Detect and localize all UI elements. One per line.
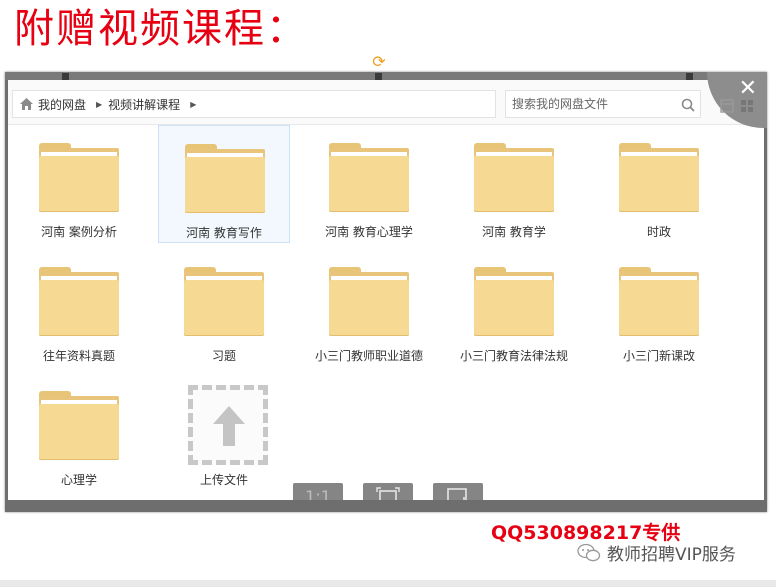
search-box [505, 90, 701, 118]
wechat-icon [577, 543, 601, 561]
chevron-right-icon[interactable]: ▶ [190, 100, 196, 109]
folder-name: 河南 案例分析 [41, 225, 117, 239]
footer-divider [0, 580, 776, 587]
page-headline: 附赠视频课程： [14, 6, 308, 52]
folder-icon [329, 267, 409, 337]
close-icon: ✕ [738, 76, 757, 101]
fit-screen-icon [376, 487, 400, 500]
upload-dropzone[interactable] [188, 385, 268, 465]
folder-icon [619, 267, 699, 337]
crop-handle-center[interactable] [375, 73, 382, 80]
folder-icon [184, 267, 264, 337]
viewer-crop-bar [5, 72, 767, 80]
folder-icon [329, 143, 409, 213]
folder-name: 河南 教育心理学 [325, 225, 413, 239]
folder-tile[interactable]: 河南 教育写作 [158, 125, 290, 243]
search-icon[interactable] [681, 97, 695, 112]
list-view-icon[interactable] [720, 98, 734, 113]
folder-name: 时政 [646, 225, 671, 239]
view-mode-switcher [720, 98, 754, 113]
breadcrumb-item-current[interactable]: 视频讲解课程 [108, 96, 180, 113]
folder-name: 习题 [211, 349, 236, 363]
folder-tile[interactable]: 往年资料真题 [13, 249, 145, 367]
brand-text: 教师招聘VIP服务 [607, 545, 736, 565]
folder-tile[interactable]: 河南 案例分析 [13, 125, 145, 243]
netdisk-toolbar: 我的网盘 ▶ 视频讲解课程 ▶ [8, 80, 764, 125]
folder-tile[interactable]: 习题 [158, 249, 290, 367]
save-image-button[interactable] [433, 483, 483, 500]
search-input[interactable] [512, 95, 672, 113]
upload-tile[interactable]: 上传文件 [158, 373, 290, 491]
folder-tile[interactable]: 时政 [593, 125, 725, 243]
folder-tile[interactable]: 河南 教育心理学 [303, 125, 435, 243]
folder-tile[interactable]: 小三门教育法律法规 [448, 249, 580, 367]
folder-icon [619, 143, 699, 213]
folder-icon [474, 143, 554, 213]
actual-size-button[interactable]: 1:1 [293, 483, 343, 500]
brand-watermark: 教师招聘VIP服务 [577, 540, 736, 565]
folder-name: 心理学 [60, 473, 97, 487]
folder-name: 小三门新课改 [622, 349, 695, 363]
folder-tile[interactable]: 心理学 [13, 373, 145, 491]
upload-arrow-icon [213, 406, 245, 446]
folder-icon [39, 391, 119, 461]
home-icon[interactable] [19, 97, 34, 111]
folder-icon [474, 267, 554, 337]
chevron-right-icon: ▶ [96, 99, 103, 109]
folder-tile[interactable]: 小三门教师职业道德 [303, 249, 435, 367]
fit-screen-button[interactable] [363, 483, 413, 500]
folder-name: 河南 教育写作 [186, 226, 262, 240]
save-image-icon [447, 488, 467, 500]
upload-label: 上传文件 [199, 473, 248, 487]
folder-name: 小三门教师职业道德 [314, 349, 423, 363]
crop-handle-right[interactable] [686, 73, 693, 80]
folder-icon [185, 144, 265, 214]
folder-name: 河南 教育学 [482, 225, 546, 239]
folder-tile[interactable]: 河南 教育学 [448, 125, 580, 243]
grid-view-icon[interactable] [740, 98, 754, 112]
folder-icon [39, 143, 119, 213]
folder-name: 往年资料真题 [42, 349, 115, 363]
breadcrumb: 我的网盘 ▶ 视频讲解课程 ▶ [12, 90, 496, 118]
image-viewer: ✕ 我的网盘 ▶ 视频讲解课程 ▶ 搜索我的网盘文件 上传文件 河南 案例分析 … [5, 72, 767, 512]
folder-icon [39, 267, 119, 337]
folder-grid: 上传文件 河南 案例分析 河南 教育写作 河南 教育心理学 河南 教育学 时政往年资料真… [8, 124, 764, 500]
viewer-toolbar: 1:1 [293, 483, 503, 500]
crop-handle-left[interactable] [62, 73, 69, 80]
rotate-icon[interactable]: ⟳ [371, 54, 387, 70]
folder-tile[interactable]: 小三门新课改 [593, 249, 725, 367]
breadcrumb-item-root[interactable]: 我的网盘 [38, 96, 86, 113]
folder-name: 小三门教育法律法规 [459, 349, 568, 363]
netdisk-window: 我的网盘 ▶ 视频讲解课程 ▶ 搜索我的网盘文件 上传文件 河南 案例分析 河南… [8, 80, 764, 500]
